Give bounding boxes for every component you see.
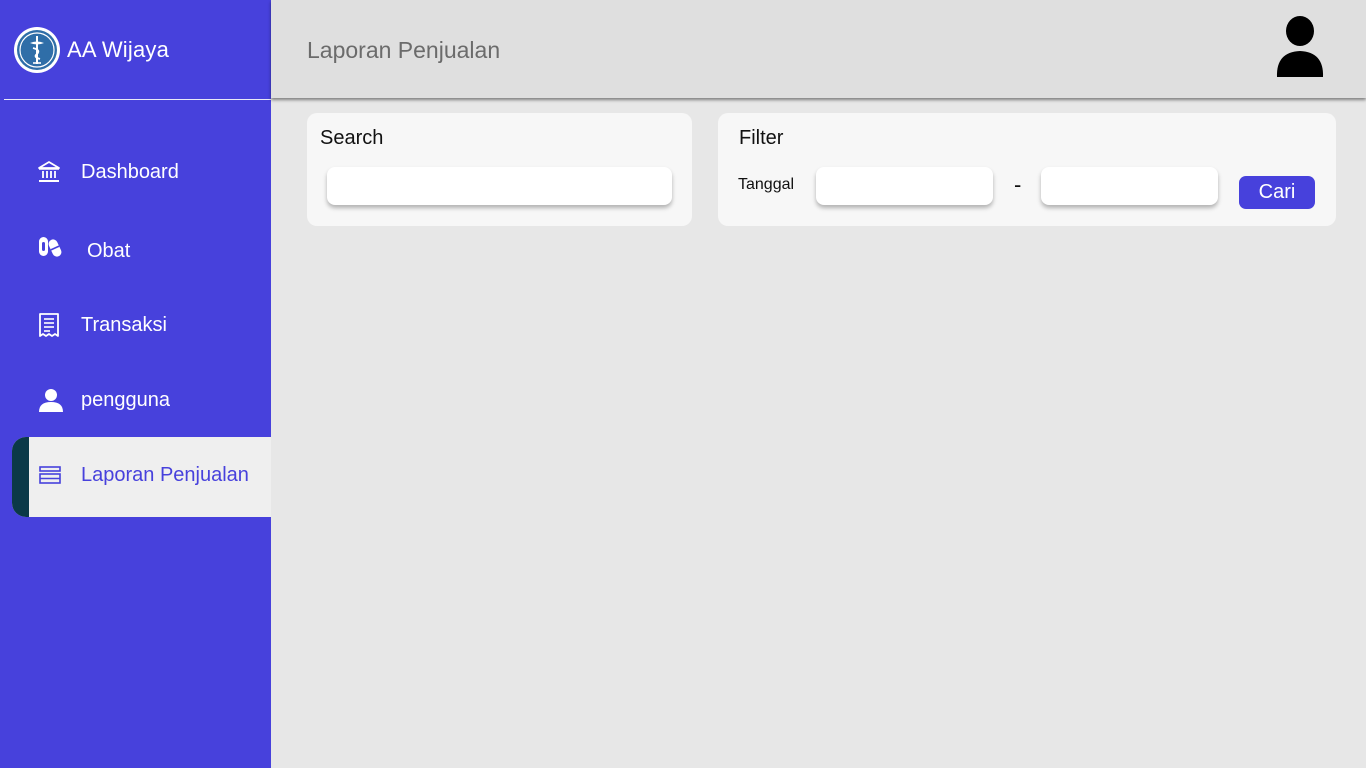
user-avatar-icon[interactable] [1275,16,1325,78]
brand-divider [4,99,271,100]
filter-card-title: Filter [739,127,784,149]
search-button[interactable]: Cari [1239,176,1315,209]
sidebar-item-dashboard[interactable]: Dashboard [0,147,271,197]
page-title: Laporan Penjualan [307,37,501,63]
user-icon [39,389,63,412]
sidebar: AA Wijaya Dashboard Obat Transaksi pengg… [0,0,271,768]
sidebar-item-transaksi[interactable]: Transaksi [0,300,271,350]
brand-name: AA Wijaya [67,37,170,62]
receipt-icon [39,313,59,337]
sidebar-item-label: pengguna [81,389,170,411]
search-card-title: Search [320,127,384,149]
report-icon [39,466,61,484]
sidebar-item-label: Laporan Penjualan [81,464,249,486]
date-range-separator: - [1014,172,1022,197]
sidebar-item-obat[interactable]: Obat [0,226,271,276]
search-input[interactable] [327,167,672,205]
sidebar-item-label: Transaksi [81,314,167,336]
bank-icon [38,161,60,182]
end-date-input[interactable] [1041,167,1218,205]
pills-icon [39,237,62,257]
sidebar-item-label: Dashboard [81,161,179,183]
top-header: Laporan Penjualan [271,0,1366,98]
sidebar-item-laporan-penjualan[interactable]: Laporan Penjualan [12,437,271,517]
start-date-input[interactable] [816,167,993,205]
filter-card: Filter Tanggal - Cari [718,113,1336,226]
brand: AA Wijaya [0,0,271,100]
app-root: AA Wijaya Dashboard Obat Transaksi pengg… [0,0,1366,768]
search-card: Search [307,113,692,226]
active-indicator [12,437,29,517]
sidebar-item-label: Obat [87,240,131,262]
sidebar-item-pengguna[interactable]: pengguna [0,375,271,425]
date-label: Tanggal [738,176,795,193]
pharmacy-logo-icon [14,27,60,73]
